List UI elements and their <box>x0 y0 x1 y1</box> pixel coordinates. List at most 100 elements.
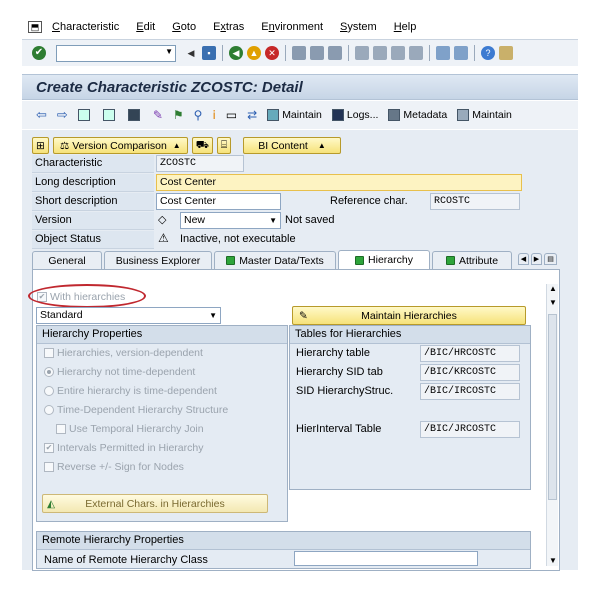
maintain2-button[interactable]: Maintain <box>457 109 512 121</box>
where-used-icon[interactable]: ⚲ <box>194 108 203 122</box>
last-page-icon[interactable] <box>409 46 423 60</box>
transport-button[interactable]: ⛟ <box>191 137 213 154</box>
remote-class-field[interactable] <box>294 551 478 566</box>
version-dropdown[interactable]: New ▼ <box>180 212 281 229</box>
menu-extras[interactable]: Extras <box>213 21 244 33</box>
pencil-icon: ✎ <box>299 309 308 322</box>
command-field[interactable]: ▼ <box>56 44 176 62</box>
time-dependent-structure-label: Time-Dependent Hierarchy Structure <box>57 404 229 416</box>
hierarchy-table-field: /BIC/HRCOSTC <box>420 345 520 362</box>
back-arrow-icon[interactable]: ◀ <box>184 46 198 60</box>
window-menu-icon[interactable]: ⬒ <box>28 20 42 33</box>
tab-scroll-left-icon[interactable]: ◀ <box>518 253 529 265</box>
short-description-field[interactable]: Cost Center <box>156 193 281 210</box>
time-dependent-structure-radio[interactable]: Time-Dependent Hierarchy Structure <box>44 404 228 416</box>
new-doc-icon[interactable]: ▭ <box>226 108 237 122</box>
bi-content-button[interactable]: BI Content ▲ <box>243 137 341 154</box>
reference-char-label: Reference char. <box>330 195 408 207</box>
hierarchy-sid-tab-label: Hierarchy SID tab <box>296 366 383 378</box>
shortcut-icon[interactable] <box>454 46 468 60</box>
info-icon[interactable]: ⅰ <box>212 108 215 122</box>
save-icon[interactable]: ▪ <box>202 46 216 60</box>
temporal-join-checkbox[interactable]: Use Temporal Hierarchy Join <box>56 423 204 435</box>
checkbox-icon <box>44 462 54 472</box>
first-page-icon[interactable] <box>355 46 369 60</box>
new-session-icon[interactable] <box>436 46 450 60</box>
compare-icon: ⚖ <box>59 139 70 152</box>
logs-button[interactable]: Logs... <box>331 109 379 121</box>
prev-page-icon[interactable] <box>373 46 387 60</box>
maintain-button[interactable]: Maintain <box>267 109 322 121</box>
menu-accelerator: G <box>172 20 181 33</box>
intervals-permitted-checkbox[interactable]: ✔ Intervals Permitted in Hierarchy <box>44 442 203 454</box>
object-status-value: Inactive, not executable <box>180 233 296 245</box>
tab-list-icon[interactable]: ▤ <box>544 253 557 265</box>
external-chars-button[interactable]: ◭ External Chars. in Hierarchies <box>42 494 268 513</box>
customize-layout-icon[interactable] <box>499 46 513 60</box>
help-icon[interactable]: ? <box>481 46 495 60</box>
scroll-thumb[interactable] <box>548 314 557 500</box>
reverse-sign-checkbox[interactable]: Reverse +/- Sign for Nodes <box>44 461 184 473</box>
hierarchy-icon[interactable] <box>102 109 118 121</box>
exit-icon[interactable]: ▲ <box>247 46 261 60</box>
scroll-down-small-icon[interactable]: ▼ <box>549 298 557 307</box>
back-icon[interactable]: ◀ <box>229 46 243 60</box>
enter-icon[interactable]: ✔ <box>32 46 46 60</box>
temporal-join-label: Use Temporal Hierarchy Join <box>69 423 204 435</box>
hierarchy-toggle-button[interactable]: ⊞ <box>32 137 49 154</box>
hierarchy-sid-tab-field: /BIC/KRCOSTC <box>420 364 520 381</box>
find-next-icon[interactable] <box>328 46 342 60</box>
check-icon[interactable]: ✎ <box>153 108 163 122</box>
menu-characteristic[interactable]: Characteristic <box>52 21 119 33</box>
back-arrow-icon[interactable]: ⇦ <box>36 107 47 123</box>
hierarchy-type-value: Standard <box>40 309 83 321</box>
checkbox-icon <box>56 424 66 434</box>
display-icon[interactable] <box>77 109 93 121</box>
characteristic-field: ZCOSTC <box>156 155 244 172</box>
transfer-icon[interactable]: ⇄ <box>247 108 257 122</box>
tables-title: Tables for Hierarchies <box>290 326 530 344</box>
scroll-down-icon[interactable]: ▼ <box>549 556 557 565</box>
print-icon[interactable] <box>292 46 306 60</box>
button-row: ⊞ ⚖ Version Comparison ▲ ⛟ ⌸ BI Content ▲ <box>32 137 341 154</box>
vertical-scrollbar[interactable]: ▲ ▼ ▼ <box>546 284 558 566</box>
version-comparison-button[interactable]: ⚖ Version Comparison ▲ <box>52 137 188 154</box>
long-description-field[interactable]: Cost Center <box>156 174 522 191</box>
sid-hierarchy-struc-label: SID HierarchyStruc. <box>296 385 394 397</box>
object-status-label: Object Status <box>32 231 154 249</box>
maintain-hierarchies-label: Maintain Hierarchies <box>361 309 457 322</box>
structure-button[interactable]: ⌸ <box>216 137 232 154</box>
metadata-button[interactable]: Metadata <box>388 109 447 121</box>
menu-help[interactable]: Help <box>394 21 417 33</box>
application-toolbar: ⇦ ⇨ ✎ ⚑ ⚲ ⅰ ▭ ⇄ Maintain Logs... Metadat… <box>22 101 578 129</box>
next-page-icon[interactable] <box>391 46 405 60</box>
cancel-icon[interactable]: ✕ <box>265 46 279 60</box>
logs-label: Logs... <box>346 109 379 121</box>
scroll-up-icon[interactable]: ▲ <box>549 284 557 293</box>
status-green-icon <box>355 255 365 265</box>
reference-char-field: RCOSTC <box>430 193 520 210</box>
tab-hierarchy[interactable]: Hierarchy <box>338 250 430 269</box>
menu-environment[interactable]: Environment <box>261 21 323 33</box>
not-time-dependent-radio[interactable]: Hierarchy not time-dependent <box>44 366 195 378</box>
table-icon[interactable] <box>127 109 143 121</box>
version-dependent-checkbox[interactable]: Hierarchies, version-dependent <box>44 347 203 359</box>
tab-business-explorer[interactable]: Business Explorer <box>104 251 212 269</box>
activate-icon[interactable]: ⚑ <box>173 108 184 122</box>
tab-master-data-texts[interactable]: Master Data/Texts <box>214 251 336 269</box>
tab-scroll-right-icon[interactable]: ▶ <box>531 253 542 265</box>
characteristic-label: Characteristic <box>32 155 154 173</box>
forward-arrow-icon[interactable]: ⇨ <box>57 107 68 123</box>
chevron-down-icon[interactable]: ▼ <box>165 47 173 56</box>
find-icon[interactable] <box>310 46 324 60</box>
logs-icon <box>331 109 344 121</box>
tab-master-data-label: Master Data/Texts <box>239 254 324 267</box>
menu-system[interactable]: System <box>340 21 377 33</box>
tab-attribute[interactable]: Attribute <box>432 251 512 269</box>
maintain-hierarchies-button[interactable]: ✎ Maintain Hierarchies <box>292 306 526 325</box>
menu-edit[interactable]: Edit <box>136 21 155 33</box>
tab-general[interactable]: General <box>32 251 102 269</box>
entire-time-dependent-radio[interactable]: Entire hierarchy is time-dependent <box>44 385 217 397</box>
menu-goto[interactable]: Goto <box>172 21 196 33</box>
hierarchy-type-dropdown[interactable]: Standard ▼ <box>36 307 221 324</box>
